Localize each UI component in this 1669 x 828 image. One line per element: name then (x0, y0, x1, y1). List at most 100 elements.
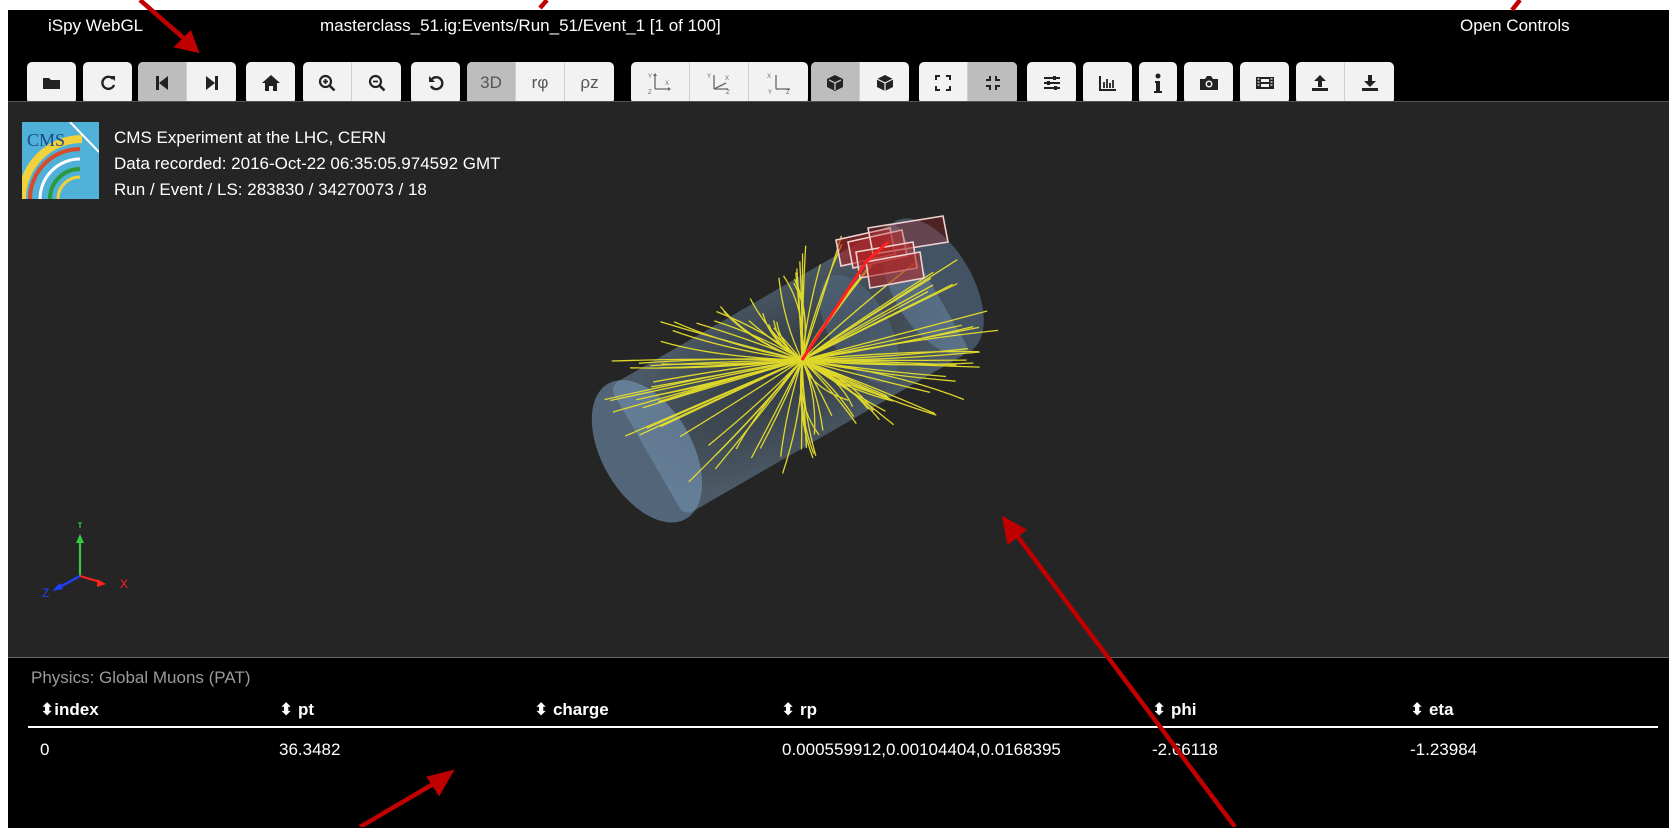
svg-text:Z: Z (786, 90, 790, 95)
download-icon (1361, 74, 1379, 92)
header-index[interactable]: ⬍index (40, 700, 99, 720)
info-group (1139, 62, 1177, 104)
zoom-out-icon (368, 74, 386, 92)
reload-button[interactable] (83, 62, 132, 104)
svg-text:Y: Y (707, 74, 711, 80)
screenshot-button[interactable] (1184, 62, 1233, 104)
tracker-cylinder (569, 199, 1006, 542)
axis-view-group: Y X Z Y X Z X Y Z (631, 62, 808, 104)
cell-eta: -1.23984 (1410, 740, 1477, 760)
expand-icon (935, 75, 951, 91)
import-button[interactable] (1345, 62, 1394, 104)
cube-outline-icon (826, 74, 844, 92)
cell-rp: 0.000559912,0.00104404,0.0168395 (782, 740, 1061, 760)
zoom-group (303, 62, 401, 104)
toolbar: 3D rφ ρz Y X Z Y X Z X Y Z (8, 48, 1669, 101)
projection-group: 3D rφ ρz (467, 62, 614, 104)
axis-xy-icon: Y X Z (647, 71, 673, 95)
axis-yz-icon: Y X Z (706, 71, 732, 95)
snapshot-group (1184, 62, 1233, 104)
orthographic-button[interactable] (860, 62, 909, 104)
table-header: ⬍index ⬍ pt ⬍ charge ⬍ rp ⬍ phi ⬍ eta (28, 696, 1658, 728)
table-title: Physics: Global Muons (PAT) (31, 668, 251, 688)
cell-phi: -2.66118 (1152, 740, 1218, 760)
settings-group (1027, 62, 1076, 104)
svg-text:X: X (120, 577, 128, 591)
svg-text:X: X (767, 74, 771, 80)
event-file-path: masterclass_51.ig:Events/Run_51/Event_1 … (320, 16, 721, 36)
view-3d-button[interactable]: 3D (467, 62, 516, 104)
film-icon (1255, 75, 1275, 91)
show-table-button[interactable] (1083, 62, 1132, 104)
cell-index: 0 (40, 740, 49, 760)
compress-icon (985, 75, 1001, 91)
render-mode-group (811, 62, 909, 104)
svg-text:Z: Z (648, 90, 652, 95)
view-xz-button[interactable]: X Y Z (749, 62, 808, 104)
info-button[interactable] (1139, 62, 1177, 104)
step-forward-icon (205, 75, 219, 91)
undo-icon (427, 74, 445, 92)
table-row[interactable]: 0 36.3482 0.000559912,0.00104404,0.01683… (28, 736, 1658, 766)
view-xy-button[interactable]: Y X Z (631, 62, 690, 104)
app-title: iSpy WebGL (48, 16, 143, 36)
step-backward-icon (155, 75, 169, 91)
ispy-app: iSpy WebGL masterclass_51.ig:Events/Run_… (8, 10, 1669, 827)
refresh-icon (99, 74, 117, 92)
zoom-out-button[interactable] (352, 62, 401, 104)
cube-icon (876, 74, 894, 92)
folder-icon (42, 75, 62, 91)
title-bar: iSpy WebGL masterclass_51.ig:Events/Run_… (8, 10, 1669, 48)
zoom-in-button[interactable] (303, 62, 352, 104)
home-icon (261, 74, 281, 92)
home-view-button[interactable] (246, 62, 295, 104)
animate-group (1240, 62, 1289, 104)
detector-scene (8, 102, 1669, 658)
open-file-button[interactable] (27, 62, 76, 104)
sliders-icon (1043, 75, 1061, 91)
previous-event-button[interactable] (138, 62, 187, 104)
header-eta[interactable]: ⬍ eta (1410, 700, 1454, 720)
svg-text:X: X (665, 81, 669, 87)
bar-chart-icon (1099, 75, 1117, 91)
next-event-button[interactable] (187, 62, 236, 104)
view-yz-button[interactable]: Y X Z (690, 62, 749, 104)
camera-icon (1199, 75, 1219, 91)
fullscreen-group (919, 62, 1017, 104)
svg-text:Z: Z (726, 90, 730, 95)
animate-button[interactable] (1240, 62, 1289, 104)
svg-text:X: X (725, 76, 729, 82)
axis-indicator: Y X Z (30, 522, 140, 597)
exit-fullscreen-button[interactable] (968, 62, 1017, 104)
zoom-in-icon (318, 74, 336, 92)
table-group (1083, 62, 1132, 104)
reset-group (411, 62, 460, 104)
header-phi[interactable]: ⬍ phi (1152, 700, 1196, 720)
svg-text:Z: Z (42, 586, 49, 597)
view-rz-button[interactable]: ρz (565, 62, 614, 104)
physics-table-panel: Physics: Global Muons (PAT) ⬍index ⬍ pt … (8, 657, 1669, 828)
export-button[interactable] (1296, 62, 1345, 104)
axis-xz-icon: X Y Z (766, 71, 792, 95)
open-file-group (27, 62, 76, 104)
perspective-button[interactable] (811, 62, 860, 104)
header-charge[interactable]: ⬍ charge (534, 700, 609, 720)
fullscreen-button[interactable] (919, 62, 968, 104)
cell-pt: 36.3482 (279, 740, 340, 760)
reset-view-button[interactable] (411, 62, 460, 104)
svg-text:Y: Y (76, 522, 84, 531)
header-pt[interactable]: ⬍ pt (279, 700, 314, 720)
open-controls-link[interactable]: Open Controls (1460, 16, 1570, 36)
info-icon (1153, 73, 1163, 93)
reload-group (83, 62, 132, 104)
header-rp[interactable]: ⬍ rp (781, 700, 817, 720)
event-nav-group (138, 62, 236, 104)
upload-icon (1311, 74, 1329, 92)
event-display-viewport[interactable]: CMS CMS Experiment at the LHC, CERN Data… (8, 101, 1669, 658)
view-rphi-button[interactable]: rφ (516, 62, 565, 104)
home-group (246, 62, 295, 104)
svg-text:Y: Y (768, 90, 772, 95)
controls-button[interactable] (1027, 62, 1076, 104)
svg-text:Y: Y (648, 74, 652, 80)
io-group (1296, 62, 1394, 104)
